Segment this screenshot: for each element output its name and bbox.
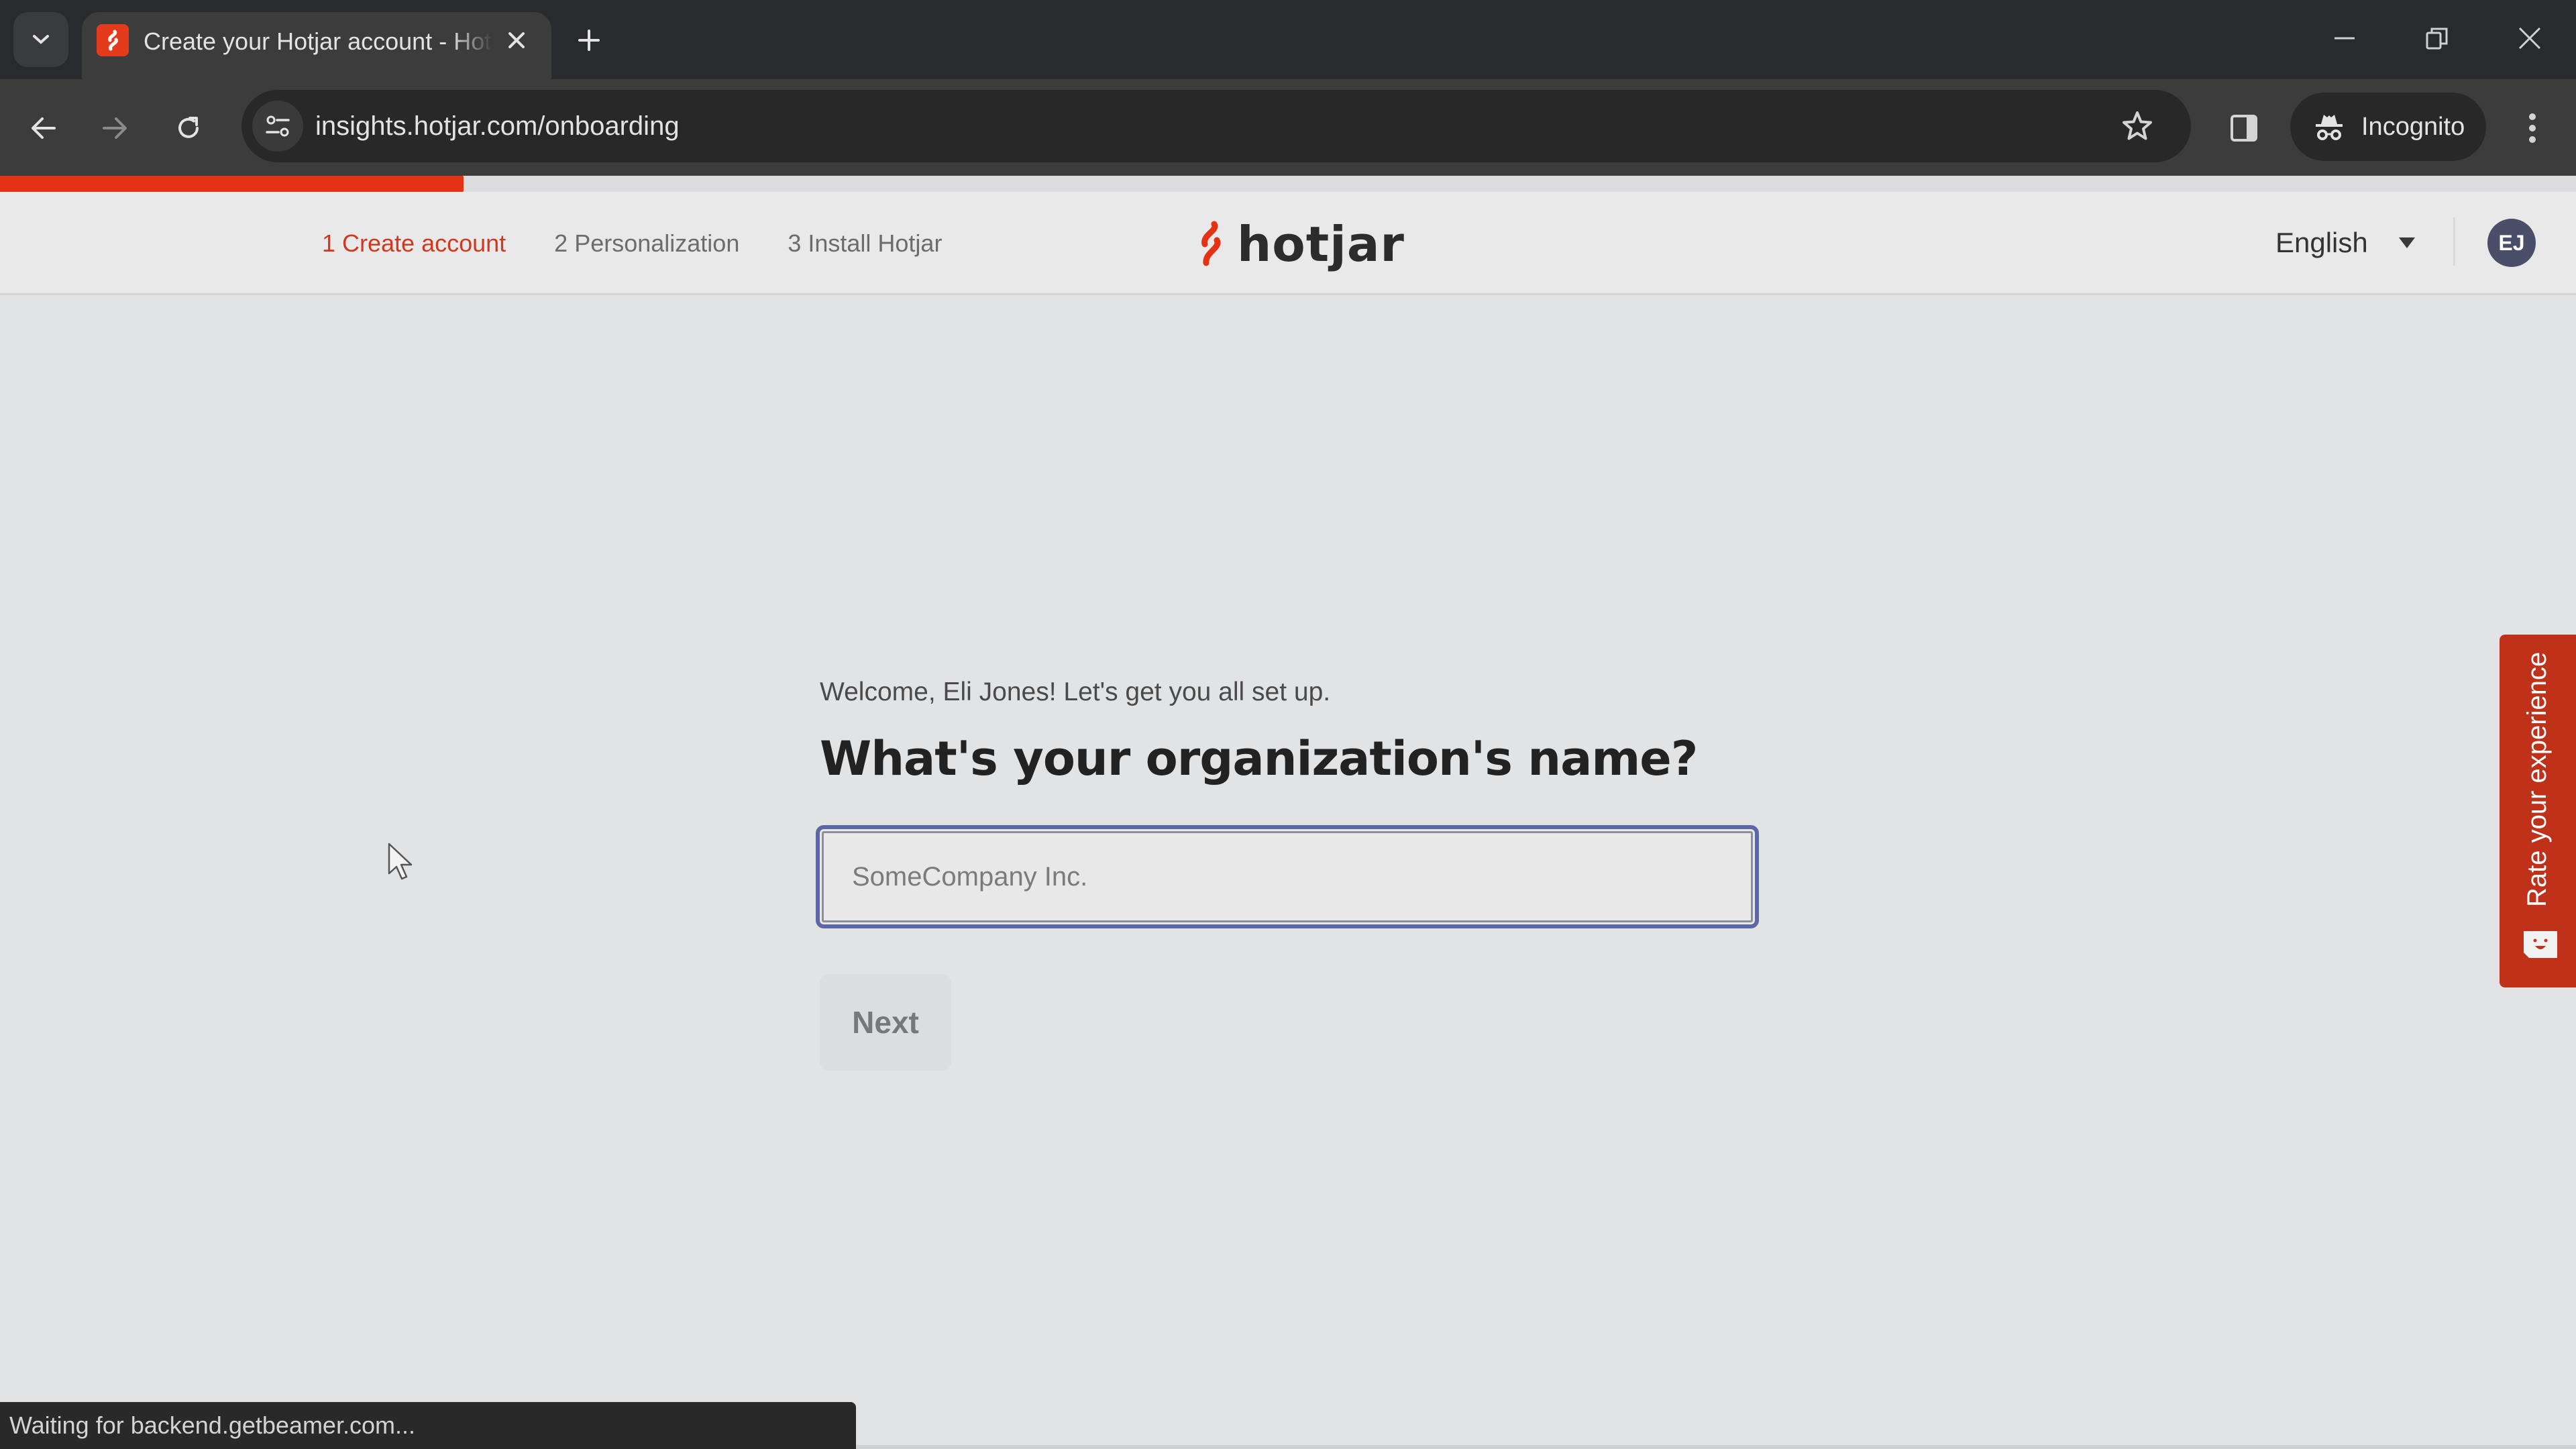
reload-button[interactable] <box>165 105 212 152</box>
chevron-down-icon <box>33 35 49 44</box>
incognito-indicator[interactable]: Incognito <box>2290 93 2486 161</box>
incognito-icon <box>2316 115 2343 140</box>
step-personalization: 2 Personalization <box>554 229 740 257</box>
more-vertical-icon <box>2529 113 2536 143</box>
tune-icon <box>266 115 290 137</box>
tab-search-button[interactable] <box>13 12 68 67</box>
browser-tab[interactable]: Create your Hotjar account - Hotjar <box>82 12 551 80</box>
url-text[interactable]: insights.hotjar.com/onboarding <box>315 109 680 144</box>
smiley-chat-icon <box>2524 931 2557 958</box>
address-bar[interactable]: insights.hotjar.com/onboarding <box>241 90 2191 162</box>
incognito-label: Incognito <box>2361 112 2465 141</box>
browser-toolbar: insights.hotjar.com/onboarding Incognito <box>0 79 2576 176</box>
arrow-right-icon <box>103 117 127 139</box>
minimize-button[interactable] <box>2314 15 2375 62</box>
org-name-form: Welcome, Eli Jones! Let's get you all se… <box>816 671 1759 1071</box>
tab-title: Create your Hotjar account - Hotjar <box>144 28 492 55</box>
tab-strip: Create your Hotjar account - Hotjar <box>0 0 2576 80</box>
rate-experience-widget[interactable]: Rate your experience <box>2500 635 2576 987</box>
hotjar-favicon-icon <box>97 24 129 56</box>
caret-down-icon <box>2398 236 2416 250</box>
star-icon <box>2123 111 2152 140</box>
new-tab-button[interactable] <box>568 19 610 62</box>
hotjar-logo-icon <box>1201 221 1221 266</box>
back-button[interactable] <box>20 105 67 152</box>
window-close-button[interactable] <box>2500 15 2560 62</box>
minimize-icon <box>2334 37 2355 40</box>
mouse-cursor-icon <box>388 843 413 880</box>
user-avatar[interactable]: EJ <box>2487 219 2536 267</box>
plus-icon <box>578 30 600 51</box>
logo-text: hotjar <box>1237 216 1405 272</box>
language-label: English <box>2275 227 2368 258</box>
reload-icon <box>178 117 199 138</box>
tab-close-button[interactable] <box>498 21 535 59</box>
step-install-hotjar: 3 Install Hotjar <box>788 229 943 257</box>
browser-status-bubble: Waiting for backend.getbeamer.com... <box>0 1402 856 1449</box>
restore-button[interactable] <box>2407 15 2467 62</box>
next-button[interactable]: Next <box>820 974 951 1071</box>
page-title: What's your organization's name? <box>820 731 1698 786</box>
onboarding-steps: 1 Create account 2 Personalization 3 Ins… <box>322 227 942 260</box>
side-panel-button[interactable] <box>2220 105 2267 152</box>
onboarding-progress-bar <box>0 176 2576 192</box>
feedback-label: Rate your experience <box>2522 651 2552 907</box>
step-create-account: 1 Create account <box>322 229 506 257</box>
organization-name-input[interactable] <box>816 825 1759 928</box>
language-selector[interactable]: English <box>2275 223 2416 263</box>
progress-fill <box>0 176 464 192</box>
side-panel-icon <box>2231 115 2257 142</box>
close-icon <box>2518 27 2541 50</box>
header-divider <box>2453 217 2455 266</box>
restore-icon <box>2426 28 2448 50</box>
site-info-button[interactable] <box>252 101 303 152</box>
welcome-text: Welcome, Eli Jones! Let's get you all se… <box>820 678 1331 706</box>
hotjar-logo: hotjar <box>1193 216 1405 272</box>
horizontal-scrollbar[interactable] <box>856 1445 2576 1449</box>
forward-button[interactable] <box>91 105 138 152</box>
arrow-left-icon <box>32 117 56 139</box>
browser-menu-button[interactable] <box>2509 105 2556 152</box>
bookmark-button[interactable] <box>2117 106 2157 146</box>
close-icon <box>508 32 525 48</box>
page-header: 1 Create account 2 Personalization 3 Ins… <box>0 192 2576 295</box>
